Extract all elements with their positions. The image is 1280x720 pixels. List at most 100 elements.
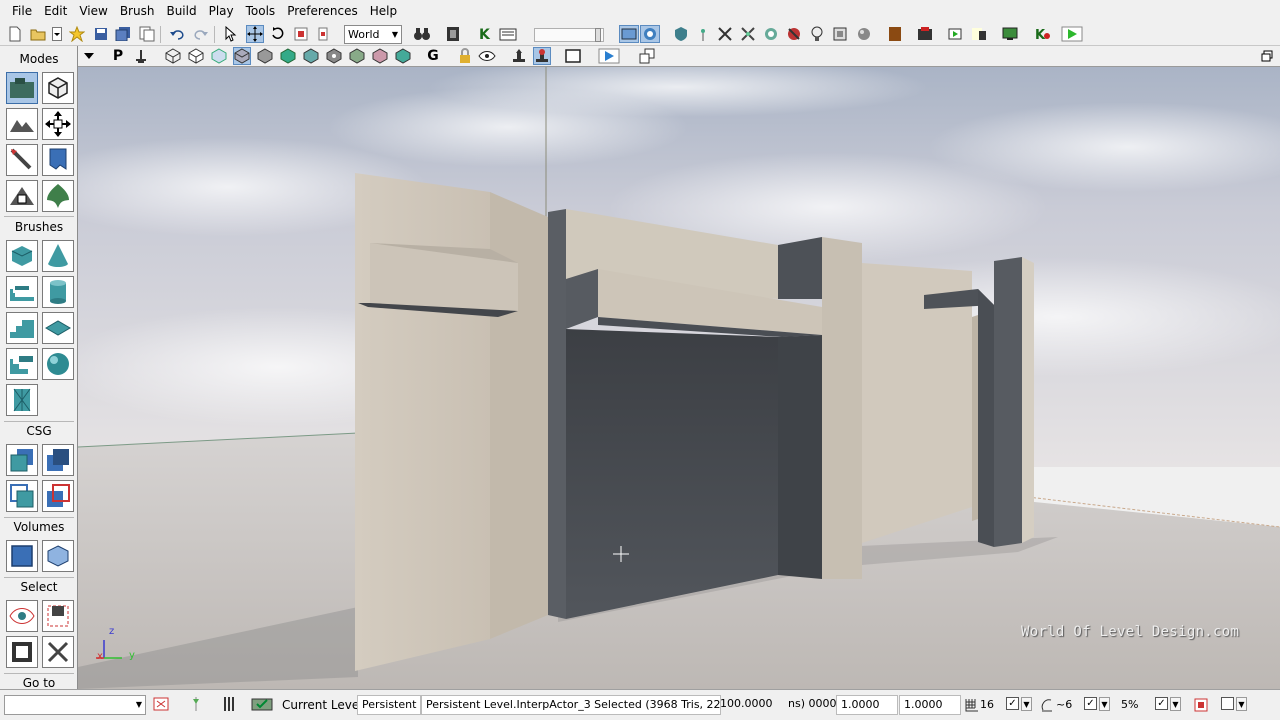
speed-slider[interactable] <box>534 28 604 42</box>
bulb-icon[interactable] <box>808 25 826 43</box>
rotation-snap-checkbox[interactable]: ✓ <box>1084 697 1097 710</box>
binoculars-icon[interactable] <box>413 25 431 43</box>
perspective-viewport[interactable]: z y x World Of Level Design.com <box>78 67 1280 689</box>
safe-frame-icon[interactable] <box>564 47 582 65</box>
goto-select[interactable]: ▼ <box>4 695 146 715</box>
autosave-checkbox[interactable] <box>1221 697 1234 710</box>
rotate-icon[interactable] <box>269 25 287 43</box>
kismet-icon[interactable]: K <box>476 25 494 43</box>
grid-size-dropdown[interactable]: ▼ <box>1021 697 1032 711</box>
cone-brush-button[interactable] <box>42 240 74 272</box>
sphere-brush-button[interactable] <box>42 348 74 380</box>
texture-mode-button[interactable] <box>6 144 38 176</box>
add-volume-button[interactable] <box>6 540 38 572</box>
shield-icon[interactable] <box>672 25 690 43</box>
lightmap-density-icon[interactable] <box>371 47 389 65</box>
invert-selection-button[interactable] <box>6 636 38 668</box>
undo-icon[interactable] <box>168 25 186 43</box>
csg-add-button[interactable] <box>6 444 38 476</box>
scale-nonuniform-icon[interactable] <box>314 25 332 43</box>
grid-snap-checkbox[interactable]: ✓ <box>1006 697 1019 710</box>
cylinder-brush-button[interactable] <box>42 276 74 308</box>
build-lighting-icon[interactable] <box>739 25 757 43</box>
coordinate-system-select[interactable]: World ▼ <box>344 25 402 44</box>
paint-mode-button[interactable] <box>6 180 38 212</box>
menu-edit[interactable]: Edit <box>38 0 73 23</box>
play-viewport-icon[interactable] <box>596 47 622 65</box>
new-icon[interactable] <box>6 25 24 43</box>
texture-density-icon[interactable] <box>325 47 343 65</box>
lighting-icon[interactable] <box>640 25 660 43</box>
scale-snap-checkbox[interactable]: ✓ <box>1155 697 1168 710</box>
build-paths-icon[interactable] <box>762 25 780 43</box>
shader-complexity-icon[interactable] <box>348 47 366 65</box>
open-icon[interactable] <box>29 25 47 43</box>
save-all-icon[interactable] <box>114 25 132 43</box>
content-browser-icon[interactable] <box>444 25 462 43</box>
play-on-console-icon[interactable] <box>970 25 988 43</box>
foliage-mode-button[interactable] <box>42 180 74 212</box>
lock-view-icon[interactable] <box>132 47 150 65</box>
brush-settings-icon[interactable] <box>187 695 205 713</box>
build-all-icon[interactable] <box>831 25 849 43</box>
cinematic-view-icon[interactable] <box>533 47 551 65</box>
menu-help[interactable]: Help <box>364 0 403 23</box>
book-icon[interactable] <box>886 25 904 43</box>
maximize-viewport-icon[interactable] <box>1258 47 1276 65</box>
play-icon[interactable] <box>1059 25 1085 43</box>
coord-field-x[interactable]: 100.0000 <box>716 695 786 715</box>
autosave-icon[interactable] <box>1192 696 1210 714</box>
detail-lighting-icon[interactable] <box>256 47 274 65</box>
lighting-only-icon[interactable] <box>279 47 297 65</box>
build-geometry-icon[interactable] <box>716 25 734 43</box>
drag-grid-icon[interactable] <box>152 695 170 713</box>
volumetric-brush-button[interactable] <box>6 384 38 416</box>
show-all-button[interactable] <box>42 636 74 668</box>
redo-icon[interactable] <box>192 25 210 43</box>
movie-icon[interactable] <box>916 25 934 43</box>
drag-scale-field-2[interactable]: 1.0000 <box>899 695 961 715</box>
light-complexity-icon[interactable] <box>302 47 320 65</box>
matinee-icon[interactable] <box>499 25 517 43</box>
realtime-icon[interactable] <box>619 25 639 43</box>
build-cover-icon[interactable] <box>785 25 803 43</box>
scale-icon[interactable] <box>292 25 310 43</box>
csg-deintersect-button[interactable] <box>42 480 74 512</box>
camera-mode-button[interactable] <box>6 72 38 104</box>
hide-selected-button[interactable] <box>42 600 74 632</box>
lit-icon[interactable] <box>233 47 251 65</box>
cube-brush-button[interactable] <box>6 240 38 272</box>
wireframe-icon[interactable] <box>187 47 205 65</box>
move-icon[interactable] <box>246 25 264 43</box>
menu-tools[interactable]: Tools <box>240 0 282 23</box>
terrain-mode-button[interactable] <box>6 108 38 140</box>
unlit-icon[interactable] <box>210 47 228 65</box>
viewport-options-icon[interactable] <box>80 47 98 65</box>
save-copy-icon[interactable] <box>138 25 156 43</box>
play-in-editor-icon[interactable] <box>947 25 965 43</box>
autosave-dropdown[interactable]: ▼ <box>1236 697 1247 711</box>
split-viewport-icon[interactable] <box>638 47 656 65</box>
show-selected-button[interactable] <box>6 600 38 632</box>
perspective-button[interactable]: P <box>109 47 127 65</box>
csg-subtract-button[interactable] <box>42 444 74 476</box>
coord-field-y[interactable]: ns) 0000 <box>784 695 836 715</box>
wireframe-brush-icon[interactable] <box>164 47 182 65</box>
linear-stair-brush-button[interactable] <box>6 312 38 344</box>
lock-icon[interactable] <box>456 47 474 65</box>
level-check-icon[interactable] <box>250 695 274 713</box>
geometry-mode-button[interactable] <box>42 72 74 104</box>
level-browser-icon[interactable] <box>220 695 238 713</box>
menu-brush[interactable]: Brush <box>114 0 161 23</box>
slider-thumb[interactable] <box>595 28 601 42</box>
lighting-complexity-icon[interactable] <box>394 47 412 65</box>
eye-toggle-icon[interactable] <box>478 47 496 65</box>
rotation-snap-dropdown[interactable]: ▼ <box>1099 697 1110 711</box>
current-level-value[interactable]: Persistent L <box>357 695 421 715</box>
csg-intersect-button[interactable] <box>6 480 38 512</box>
save-icon[interactable] <box>92 25 110 43</box>
favorites-icon[interactable] <box>68 25 86 43</box>
kismet-play-icon[interactable]: K <box>1033 25 1051 43</box>
sheet-brush-button[interactable] <box>42 312 74 344</box>
pin-icon[interactable] <box>694 25 712 43</box>
